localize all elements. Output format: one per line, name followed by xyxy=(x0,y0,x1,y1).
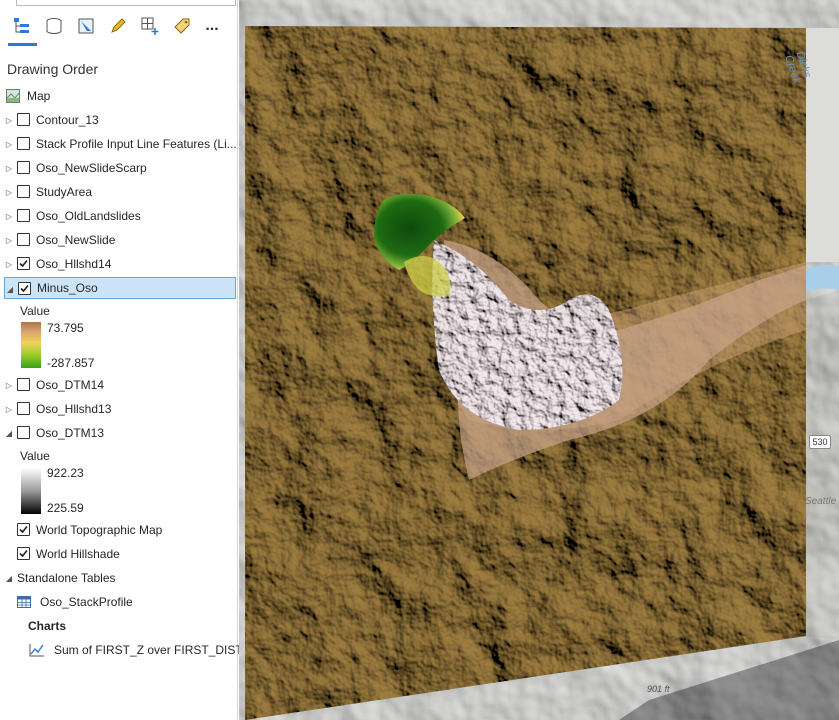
layer-row[interactable]: ▷ Oso_DTM14 xyxy=(0,374,238,396)
expand-icon[interactable]: ▷ xyxy=(4,187,14,197)
list-by-data-source-icon[interactable] xyxy=(42,14,66,38)
layer-label: Stack Profile Input Line Features (Li... xyxy=(36,137,237,151)
expand-icon[interactable]: ▷ xyxy=(4,211,14,221)
layer-label: Oso_NewSlideScarp xyxy=(36,161,147,175)
layer-label: Contour_13 xyxy=(36,113,99,127)
basemap-right-lower xyxy=(806,290,839,640)
layer-visibility-checkbox[interactable] xyxy=(18,282,31,295)
expand-icon[interactable]: ▷ xyxy=(4,380,14,390)
layer-visibility-checkbox[interactable] xyxy=(17,185,30,198)
layer-visibility-checkbox[interactable] xyxy=(17,161,30,174)
minus-oso-legend-high: 73.795 xyxy=(47,321,84,335)
map-canvas xyxy=(239,0,839,720)
layer-row[interactable]: World Topographic Map xyxy=(0,519,238,541)
expand-icon[interactable]: ▷ xyxy=(4,139,14,149)
layer-row[interactable]: World Hillshade xyxy=(0,543,238,565)
layer-row[interactable]: ▷ Oso_OldLandslides xyxy=(0,205,238,227)
layer-row[interactable]: ◢ Oso_DTM13 xyxy=(0,422,238,444)
dtm13-legend-title: Value xyxy=(20,449,50,463)
drawing-order-title: Drawing Order xyxy=(7,61,99,77)
layer-row[interactable]: ▷ Oso_NewSlideScarp xyxy=(0,157,238,179)
list-by-snapping-icon[interactable] xyxy=(138,14,162,38)
layer-label: Oso_DTM14 xyxy=(36,378,105,392)
layer-visibility-checkbox[interactable] xyxy=(17,426,30,439)
minus-oso-color-ramp xyxy=(21,322,41,368)
layer-label: World Hillshade xyxy=(36,547,120,561)
contents-toolbar: ... xyxy=(8,14,236,44)
active-tab-indicator xyxy=(8,43,37,46)
layer-visibility-checkbox[interactable] xyxy=(17,378,30,391)
minus-oso-legend-low: -287.857 xyxy=(47,356,95,370)
layer-row[interactable]: ▷ Oso_NewSlide xyxy=(0,229,238,251)
line-chart-icon xyxy=(29,643,45,660)
list-by-editing-icon[interactable] xyxy=(106,14,130,38)
layer-visibility-checkbox[interactable] xyxy=(17,137,30,150)
table-item-label: Oso_StackProfile xyxy=(40,595,133,609)
expand-icon[interactable]: ▷ xyxy=(4,235,14,245)
expand-icon[interactable]: ▷ xyxy=(4,115,14,125)
collapse-icon[interactable]: ◢ xyxy=(4,573,14,583)
place-label: Seattle xyxy=(805,496,837,507)
layer-visibility-checkbox[interactable] xyxy=(17,113,30,126)
dtm13-legend-high: 922.23 xyxy=(47,466,84,480)
standalone-tables-label: Standalone Tables xyxy=(17,571,116,585)
chart-item-row[interactable]: Sum of FIRST_Z over FIRST_DIST... xyxy=(0,639,251,661)
contents-pane: ... Drawing Order Map ▷ Contour_13 ▷ Stack … xyxy=(0,0,251,720)
layer-row[interactable]: ◢ Minus_Oso xyxy=(4,277,236,299)
road-shield: 530 xyxy=(809,435,831,449)
layer-label: Oso_NewSlide xyxy=(36,233,116,247)
layer-label: World Topographic Map xyxy=(36,523,163,537)
search-box[interactable] xyxy=(16,0,236,6)
layer-label: Oso_Hllshd13 xyxy=(36,402,112,416)
layer-visibility-checkbox[interactable] xyxy=(17,209,30,222)
map-view[interactable]: Dicks Creek 530 Seattle 901 ft xyxy=(239,0,839,720)
expand-icon[interactable]: ▷ xyxy=(4,259,14,269)
layer-label: Minus_Oso xyxy=(37,281,98,295)
dtm13-color-ramp xyxy=(21,468,41,514)
map-node[interactable]: Map xyxy=(0,85,238,107)
layer-row[interactable]: ▷ Contour_13 xyxy=(0,109,238,131)
layer-visibility-checkbox[interactable] xyxy=(17,402,30,415)
table-item-row[interactable]: Oso_StackProfile xyxy=(0,591,238,613)
layer-visibility-checkbox[interactable] xyxy=(17,233,30,246)
collapse-icon[interactable]: ◢ xyxy=(4,428,14,438)
expand-icon[interactable]: ▷ xyxy=(4,404,14,414)
layer-row[interactable]: ▷ StudyArea xyxy=(0,181,238,203)
layer-visibility-checkbox[interactable] xyxy=(17,547,30,560)
elevation-label: 901 ft xyxy=(647,684,670,694)
list-by-drawing-order-icon[interactable] xyxy=(10,14,34,38)
layer-label: Oso_Hllshd14 xyxy=(36,257,112,271)
layer-visibility-checkbox[interactable] xyxy=(17,523,30,536)
minus-oso-legend-title: Value xyxy=(20,304,50,318)
layer-row[interactable]: ▷ Oso_Hllshd13 xyxy=(0,398,238,420)
collapse-icon[interactable]: ◢ xyxy=(5,284,15,294)
list-by-selection-icon[interactable] xyxy=(74,14,98,38)
more-icon[interactable]: ... xyxy=(200,14,224,38)
chart-item-label: Sum of FIRST_Z over FIRST_DIST... xyxy=(54,643,252,657)
layer-visibility-checkbox[interactable] xyxy=(17,257,30,270)
layer-label: StudyArea xyxy=(36,185,93,199)
layer-label: Oso_DTM13 xyxy=(36,426,105,440)
list-by-labeling-icon[interactable] xyxy=(170,14,194,38)
map-icon xyxy=(6,89,20,103)
layer-label: Oso_OldLandslides xyxy=(36,209,141,223)
layer-row[interactable]: ▷ Stack Profile Input Line Features (Li..… xyxy=(0,133,238,155)
standalone-tables-node[interactable]: ◢ Standalone Tables xyxy=(0,567,238,589)
map-label: Map xyxy=(27,89,51,103)
expand-icon[interactable]: ▷ xyxy=(4,163,14,173)
table-icon xyxy=(17,595,31,612)
basemap-right-strip xyxy=(806,28,839,262)
charts-header: Charts xyxy=(28,619,67,633)
dtm13-legend-low: 225.59 xyxy=(47,501,84,515)
layer-row[interactable]: ▷ Oso_Hllshd14 xyxy=(0,253,238,275)
